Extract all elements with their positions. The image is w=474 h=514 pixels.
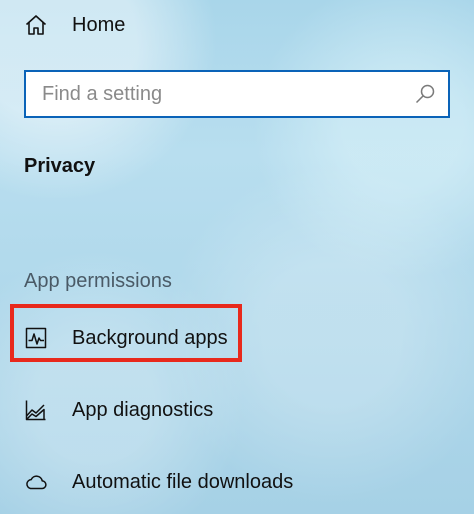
home-label: Home	[72, 13, 126, 36]
nav-item-label: App diagnostics	[72, 398, 214, 421]
search-icon[interactable]	[414, 83, 436, 105]
home-nav-item[interactable]: Home	[24, 8, 284, 42]
nav-item-automatic-file-downloads[interactable]: Automatic file downloads	[24, 462, 293, 502]
search-box[interactable]	[24, 70, 450, 118]
app-permissions-heading: App permissions	[24, 270, 172, 292]
nav-item-app-diagnostics[interactable]: App diagnostics	[24, 390, 213, 430]
cloud-icon	[24, 470, 48, 494]
app-diagnostics-icon	[24, 398, 48, 422]
page-title: Privacy	[24, 155, 96, 177]
nav-item-background-apps[interactable]: Background apps	[24, 318, 228, 358]
home-icon	[24, 13, 48, 37]
nav-item-label: Background apps	[72, 326, 228, 349]
nav-item-label: Automatic file downloads	[72, 470, 294, 493]
background-apps-icon	[24, 326, 48, 350]
search-input[interactable]	[26, 72, 414, 116]
